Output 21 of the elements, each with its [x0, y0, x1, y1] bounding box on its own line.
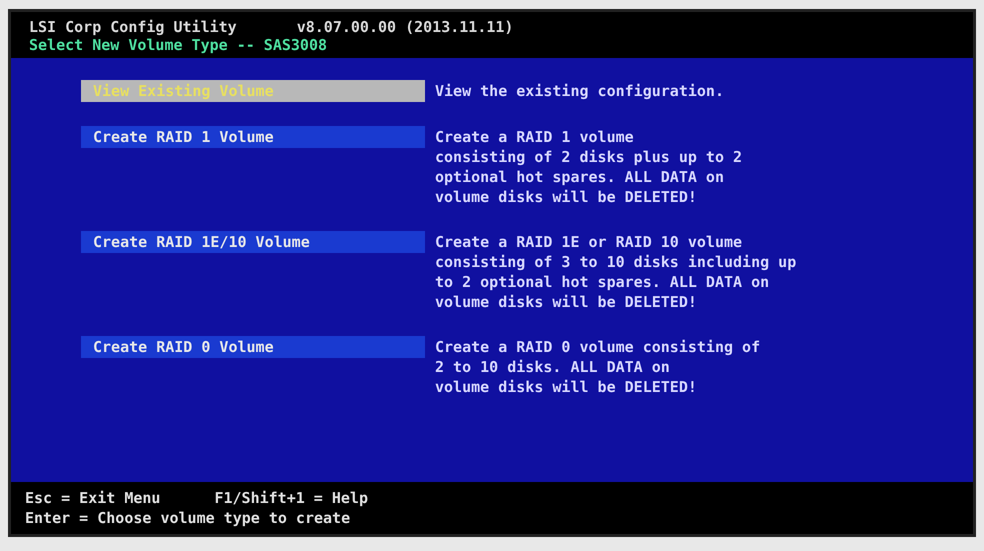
description-line: volume disks will be DELETED! [435, 377, 698, 397]
utility-title: LSI Corp Config Utility [29, 18, 237, 36]
description-line: volume disks will be DELETED! [435, 292, 698, 312]
key-hint: Enter = Choose volume type to create [25, 508, 350, 528]
description-line: optional hot spares. ALL DATA on [435, 167, 725, 187]
description-line: Create a RAID 1E or RAID 10 volume [435, 232, 744, 252]
description-line: 2 to 10 disks. ALL DATA on [435, 357, 671, 377]
key-hint: Esc = Exit Menu [25, 488, 160, 508]
version-text: v8.07.00.00 (2013.11.11) [296, 18, 514, 36]
menu-item[interactable]: Create RAID 0 Volume [81, 336, 425, 358]
screen-subtitle: Select New Volume Type -- SAS3008 [29, 36, 328, 54]
description-line: Create a RAID 1 volume [435, 127, 635, 147]
menu-item[interactable]: Create RAID 1E/10 Volume [81, 231, 425, 253]
description-line: volume disks will be DELETED! [435, 187, 698, 207]
menu-item[interactable]: Create RAID 1 Volume [81, 126, 425, 148]
description-line: to 2 optional hot spares. ALL DATA on [435, 272, 770, 292]
key-hint: F1/Shift+1 = Help [214, 488, 368, 508]
description-line: consisting of 3 to 10 disks including up [435, 252, 796, 272]
description-line: Create a RAID 0 volume consisting of [435, 337, 760, 357]
description-line: View the existing configuration. [435, 81, 724, 101]
description-line: consisting of 2 disks plus up to 2 [435, 147, 742, 167]
